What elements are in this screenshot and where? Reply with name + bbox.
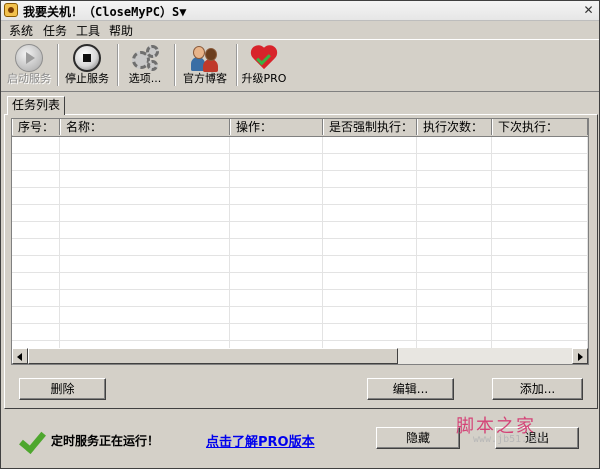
close-button[interactable]: ✕ bbox=[580, 2, 597, 18]
title-bar: 我要关机！（CloseMyPC）S▼ ✕ bbox=[1, 1, 599, 21]
column-header-index[interactable]: 序号： bbox=[12, 119, 60, 135]
menu-task[interactable]: 任务 bbox=[43, 22, 67, 39]
watermark-url: www.jb51.net bbox=[473, 434, 546, 445]
start-service-label: 启动服务 bbox=[7, 72, 51, 85]
menu-system[interactable]: 系统 bbox=[9, 22, 33, 39]
status-text: 定时服务正在运行！ bbox=[51, 434, 160, 448]
arrow-right-icon bbox=[578, 353, 583, 361]
column-header-action[interactable]: 操作： bbox=[230, 119, 323, 135]
upgrade-pro-label: 升级PRO bbox=[241, 72, 287, 85]
menu-bar: 系统 任务 工具 帮助 bbox=[1, 21, 599, 39]
play-icon bbox=[13, 43, 45, 73]
scroll-right-button[interactable] bbox=[572, 348, 588, 364]
menu-tools[interactable]: 工具 bbox=[76, 22, 100, 39]
scroll-left-button[interactable] bbox=[12, 348, 28, 364]
stop-icon bbox=[71, 43, 103, 73]
hide-button[interactable]: 隐藏 bbox=[376, 427, 460, 449]
options-button[interactable]: 选项... bbox=[121, 42, 169, 90]
upgrade-pro-button[interactable]: 升级PRO bbox=[240, 42, 288, 90]
options-label: 选项... bbox=[128, 72, 162, 85]
start-service-button[interactable]: 启动服务 bbox=[4, 42, 54, 90]
delete-button[interactable]: 删除 bbox=[19, 378, 106, 400]
toolbar: 启动服务 停止服务 选项... 官方博客 升级PRO bbox=[1, 39, 599, 92]
window-title: 我要关机！（CloseMyPC）S▼ bbox=[23, 5, 187, 19]
app-icon bbox=[4, 3, 18, 17]
column-header-name[interactable]: 名称： bbox=[60, 119, 230, 135]
toolbar-separator bbox=[236, 44, 238, 86]
scrollbar-thumb[interactable] bbox=[28, 348, 398, 364]
pro-version-link[interactable]: 点击了解PRO版本 bbox=[206, 431, 315, 450]
column-header-exec-count[interactable]: 执行次数： bbox=[417, 119, 492, 135]
list-grid bbox=[12, 137, 588, 348]
main-window: 我要关机！（CloseMyPC）S▼ ✕ 系统 任务 工具 帮助 启动服务 停止… bbox=[0, 0, 600, 469]
official-blog-label: 官方博客 bbox=[183, 72, 227, 85]
task-list-view[interactable]: 序号： 名称： 操作： 是否强制执行： 执行次数： 下次执行： bbox=[11, 118, 589, 365]
stop-service-label: 停止服务 bbox=[65, 72, 109, 85]
edit-button[interactable]: 编辑... bbox=[367, 378, 454, 400]
arrow-left-icon bbox=[17, 353, 22, 361]
menu-help[interactable]: 帮助 bbox=[109, 22, 133, 39]
people-icon bbox=[189, 43, 221, 73]
official-blog-button[interactable]: 官方博客 bbox=[178, 42, 232, 90]
toolbar-separator bbox=[174, 44, 176, 86]
horizontal-scrollbar[interactable] bbox=[12, 348, 588, 364]
column-header-forced[interactable]: 是否强制执行： bbox=[323, 119, 417, 135]
toolbar-separator bbox=[117, 44, 119, 86]
column-header-next-exec[interactable]: 下次执行： bbox=[492, 119, 588, 135]
list-header: 序号： 名称： 操作： 是否强制执行： 执行次数： 下次执行： bbox=[12, 119, 588, 137]
heart-icon bbox=[248, 43, 280, 73]
add-button[interactable]: 添加... bbox=[492, 378, 583, 400]
gears-icon bbox=[129, 43, 161, 73]
stop-service-button[interactable]: 停止服务 bbox=[61, 42, 113, 90]
tab-task-list[interactable]: 任务列表 bbox=[7, 96, 65, 115]
check-icon bbox=[19, 426, 45, 452]
toolbar-separator bbox=[57, 44, 59, 86]
